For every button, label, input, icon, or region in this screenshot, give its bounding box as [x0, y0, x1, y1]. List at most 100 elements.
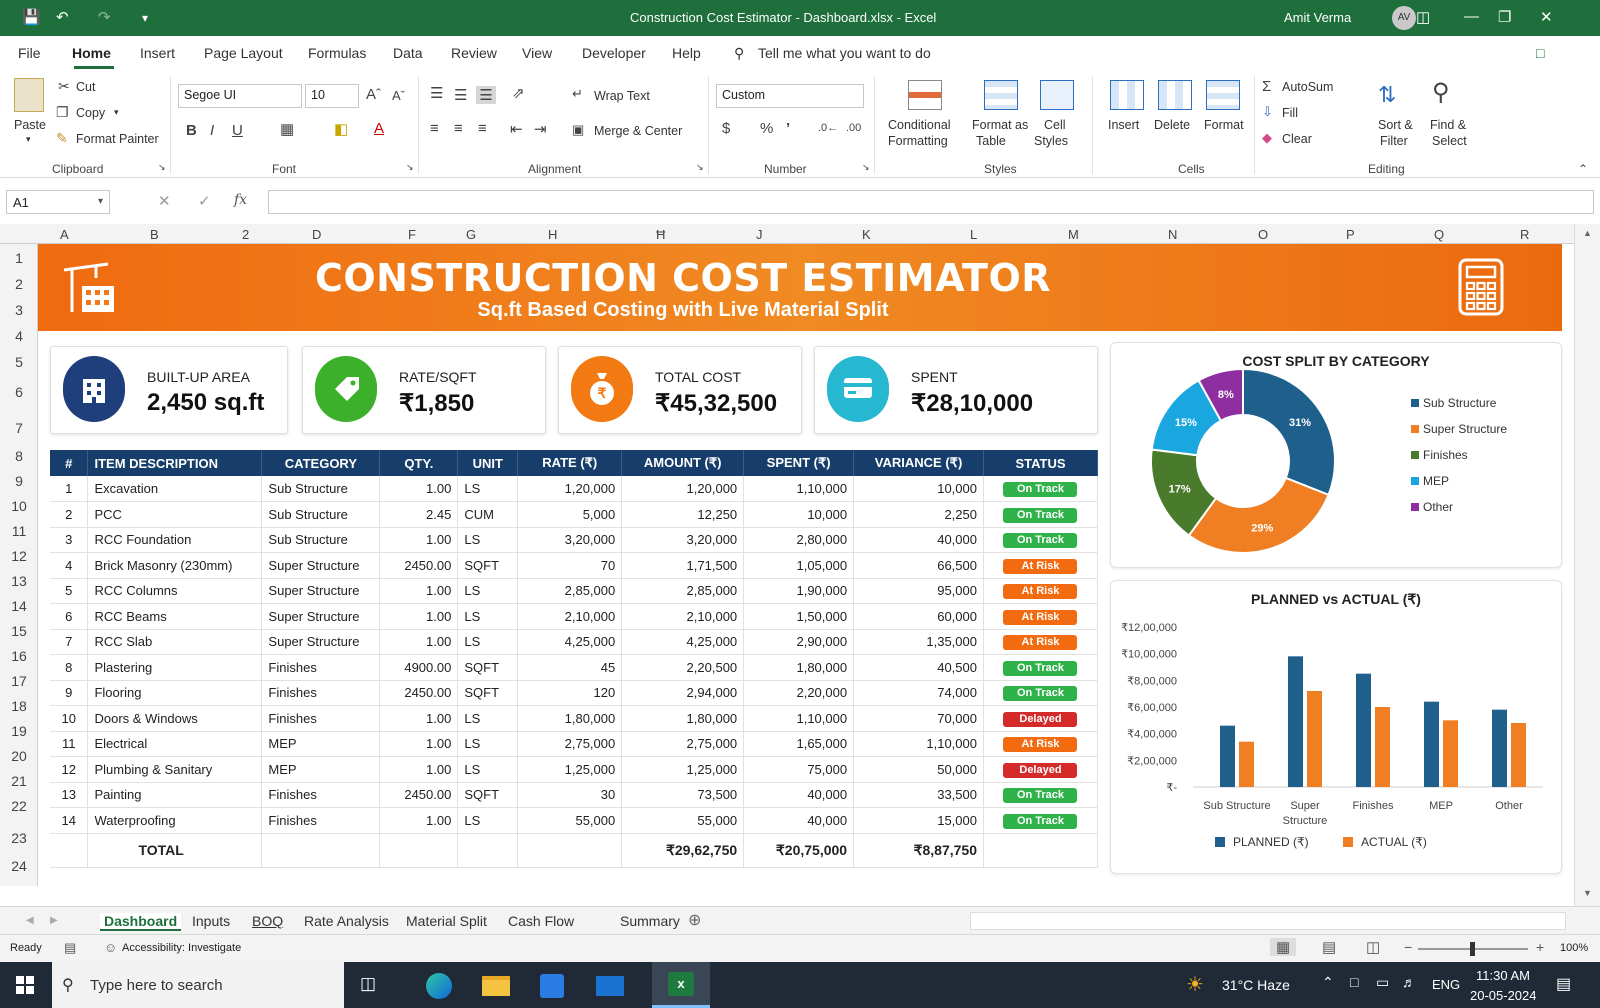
align-top-icon[interactable]: ☰	[430, 84, 443, 102]
paste-button[interactable]: Paste	[14, 118, 46, 132]
taskbar-search-text[interactable]: Type here to search	[90, 977, 223, 994]
column-header[interactable]: M	[1068, 227, 1079, 242]
column-header[interactable]: B	[150, 227, 159, 242]
sheet-tab-dashboard[interactable]: Dashboard	[100, 913, 182, 931]
decrease-decimal-icon[interactable]: .00	[846, 122, 861, 134]
paste-dropdown-icon[interactable]: ▾	[26, 134, 31, 145]
cell-category[interactable]: Super Structure	[261, 578, 381, 604]
cell-unit[interactable]: LS	[457, 476, 519, 502]
cell-item[interactable]: Electrical	[87, 731, 263, 757]
number-launcher-icon[interactable]: ↘	[862, 162, 870, 173]
cell-category[interactable]: Finishes	[261, 807, 381, 834]
copy-dropdown-icon[interactable]: ▾	[114, 107, 119, 118]
cell-rate[interactable]: 2,85,000	[517, 578, 623, 604]
insert-cells-button[interactable]: Insert	[1108, 118, 1139, 132]
cell-category[interactable]: Finishes	[261, 654, 381, 681]
network-icon[interactable]: □	[1350, 974, 1358, 990]
row-header[interactable]: 1	[0, 250, 38, 266]
cell-spent[interactable]: 10,000	[743, 501, 855, 528]
cell-rate[interactable]: 70	[517, 552, 623, 579]
column-header[interactable]: H	[548, 227, 557, 242]
bar-planned[interactable]	[1492, 709, 1507, 787]
cell-category[interactable]: MEP	[261, 756, 381, 783]
name-box-dropdown-icon[interactable]: ▾	[98, 196, 103, 207]
excel-taskbar-button[interactable]: x	[652, 962, 710, 1008]
table-cell[interactable]	[517, 833, 623, 868]
cell-styles-label[interactable]: Styles	[1034, 134, 1068, 148]
comments-icon[interactable]: □	[1536, 45, 1544, 61]
sheet-tab-cash-flow[interactable]: Cash Flow	[508, 913, 574, 929]
column-header[interactable]: R	[1520, 227, 1529, 242]
cell-item[interactable]: RCC Foundation	[87, 527, 263, 553]
cell-status[interactable]: On Track	[983, 807, 1099, 834]
cell-amount[interactable]: 2,75,000	[621, 731, 745, 757]
bold-icon[interactable]: B	[186, 122, 197, 139]
cell-status[interactable]: Delayed	[983, 705, 1099, 732]
cell-index[interactable]: 11	[50, 731, 89, 757]
align-bottom-icon[interactable]: ☰	[476, 86, 496, 104]
row-header[interactable]: 21	[0, 773, 38, 789]
increase-font-icon[interactable]: Aˆ	[366, 86, 381, 103]
cell-status[interactable]: At Risk	[983, 578, 1099, 604]
cell-item[interactable]: Flooring	[87, 680, 263, 706]
cell-status[interactable]: On Track	[983, 782, 1099, 808]
cell-rate[interactable]: 5,000	[517, 501, 623, 528]
cell-status[interactable]: Delayed	[983, 756, 1099, 783]
currency-icon[interactable]: $	[722, 120, 730, 137]
task-view-icon[interactable]: ◫	[360, 974, 376, 994]
column-header[interactable]: Q	[1434, 227, 1444, 242]
header-rate[interactable]: RATE (₹)	[517, 450, 623, 476]
cell-qty[interactable]: 1.00	[379, 527, 459, 553]
cell-qty[interactable]: 2450.00	[379, 782, 459, 808]
row-header[interactable]: 8	[0, 448, 38, 464]
cell-amount[interactable]: 2,10,000	[621, 603, 745, 630]
prev-sheet-icon[interactable]: ◀	[26, 915, 34, 926]
cell-unit[interactable]: LS	[457, 527, 519, 553]
merge-center-button[interactable]: Merge & Center	[594, 124, 682, 138]
cell-item[interactable]: Excavation	[87, 476, 263, 502]
align-center-icon[interactable]: ≡	[454, 120, 463, 137]
cell-amount[interactable]: 73,500	[621, 782, 745, 808]
increase-decimal-icon[interactable]: .0←	[818, 122, 838, 134]
column-header[interactable]: N	[1168, 227, 1177, 242]
row-header[interactable]: 22	[0, 798, 38, 814]
copy-button[interactable]: Copy	[76, 106, 105, 120]
cell-spent[interactable]: 40,000	[743, 807, 855, 834]
row-header[interactable]: 17	[0, 673, 38, 689]
next-sheet-icon[interactable]: ▶	[50, 915, 58, 926]
table-cell[interactable]	[457, 833, 519, 868]
legend-entry[interactable]: ACTUAL (₹)	[1361, 835, 1427, 849]
notifications-icon[interactable]: ▤	[1556, 974, 1571, 994]
cell-index[interactable]: 10	[50, 705, 89, 732]
cell-item[interactable]: Plastering	[87, 654, 263, 681]
cell-amount[interactable]: 55,000	[621, 807, 745, 834]
cell-amount[interactable]: 2,85,000	[621, 578, 745, 604]
row-header[interactable]: 23	[0, 830, 38, 846]
tell-me-search[interactable]: Tell me what you want to do	[758, 45, 931, 61]
align-right-icon[interactable]: ≡	[478, 120, 487, 137]
tab-home[interactable]: Home	[72, 45, 111, 61]
cell-unit[interactable]: LS	[457, 578, 519, 604]
format-painter-button[interactable]: Format Painter	[76, 132, 159, 146]
cell-item[interactable]: PCC	[87, 501, 263, 528]
cell-item[interactable]: RCC Beams	[87, 603, 263, 630]
cell-index[interactable]: 1	[50, 476, 89, 502]
language-indicator[interactable]: ENG	[1432, 977, 1460, 992]
header-item-description[interactable]: ITEM DESCRIPTION	[87, 450, 263, 476]
tab-review[interactable]: Review	[451, 45, 497, 61]
pie-slice[interactable]	[1242, 367, 1336, 497]
column-header[interactable]: Ħ	[656, 227, 665, 242]
cell-item[interactable]: RCC Columns	[87, 578, 263, 604]
name-box[interactable]: A1	[6, 190, 110, 214]
cell-variance[interactable]: 40,500	[853, 654, 984, 681]
row-header[interactable]: 13	[0, 573, 38, 589]
column-header[interactable]: 2	[242, 227, 249, 242]
total-label[interactable]: TOTAL	[87, 833, 263, 868]
header-qty[interactable]: QTY.	[379, 450, 459, 476]
borders-icon[interactable]: ▦	[280, 120, 294, 138]
save-icon[interactable]: 💾	[22, 8, 41, 26]
bar-actual[interactable]	[1443, 720, 1458, 787]
legend-entry[interactable]: Super Structure	[1423, 422, 1507, 436]
bar-planned[interactable]	[1288, 656, 1303, 787]
cell-unit[interactable]: CUM	[457, 501, 519, 528]
